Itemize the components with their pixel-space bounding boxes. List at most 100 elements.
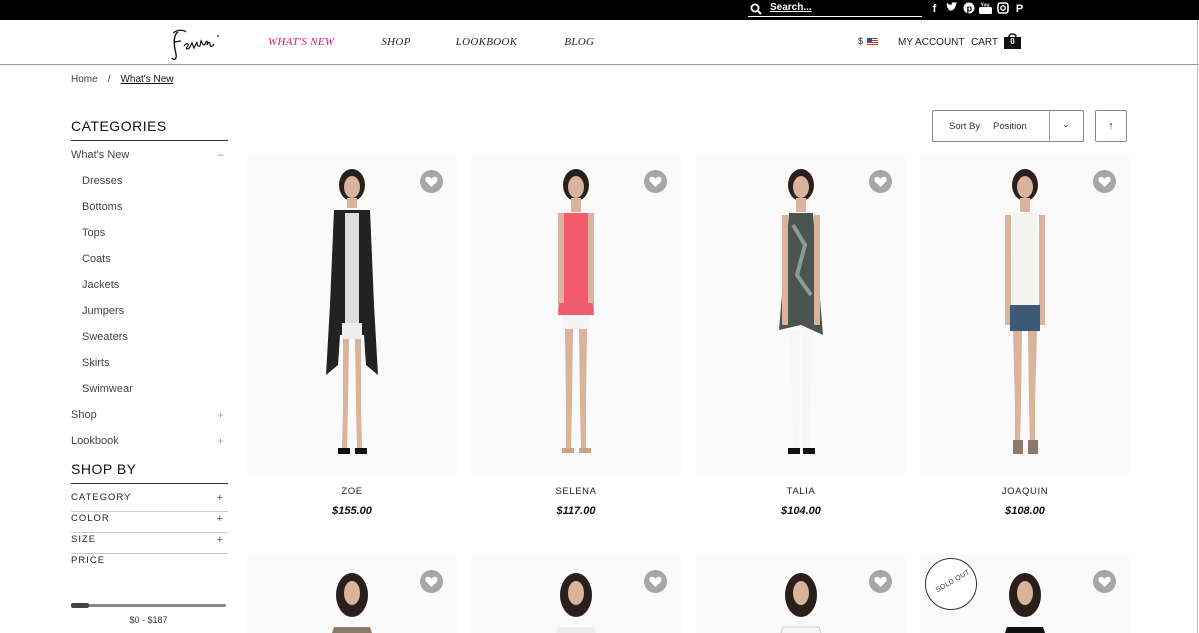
filter-category[interactable]: CATEGORY + <box>71 491 228 512</box>
category-item-bottoms[interactable]: Bottoms <box>71 199 228 225</box>
expand-icon[interactable]: + <box>217 512 224 526</box>
facebook-icon[interactable]: f <box>928 2 941 16</box>
search-icon[interactable] <box>750 3 762 15</box>
site-header: WHAT'S NEW SHOP LOOKBOOK BLOG $ MY ACCOU… <box>0 20 1199 65</box>
product-name[interactable]: ZOE <box>247 486 457 497</box>
filter-label: SIZE <box>71 534 97 545</box>
breadcrumb-home[interactable]: Home <box>71 74 98 85</box>
product-image[interactable] <box>471 555 681 633</box>
top-bar: Search... f p You P <box>0 0 1199 20</box>
polyvore-icon[interactable]: P <box>1013 2 1026 16</box>
search-bar[interactable]: Search... <box>748 1 922 17</box>
product-name[interactable]: TALIA <box>696 486 906 497</box>
nav-item-blog[interactable]: BLOG <box>564 36 594 48</box>
wishlist-heart-icon[interactable] <box>1093 170 1116 193</box>
cart-link[interactable]: CART <box>971 37 998 48</box>
filter-color[interactable]: COLOR + <box>71 512 228 533</box>
wishlist-heart-icon[interactable] <box>869 570 892 593</box>
product-image[interactable]: SOLD OUT <box>920 555 1130 633</box>
instagram-icon[interactable] <box>996 2 1009 16</box>
shop-by-title: SHOP BY <box>71 461 228 484</box>
model-figure <box>780 573 822 633</box>
currency-selector[interactable]: $ <box>858 36 879 46</box>
brand-logo[interactable] <box>170 24 230 62</box>
wishlist-heart-icon[interactable] <box>420 570 443 593</box>
filter-price: PRICE <box>71 554 228 575</box>
category-item-coats[interactable]: Coats <box>71 251 228 277</box>
product-name[interactable]: JOAQUIN <box>920 486 1130 497</box>
category-list: What's New − Dresses Bottoms Tops Coats J… <box>71 147 228 459</box>
page-scrollbar[interactable] <box>1197 20 1198 633</box>
model-figure <box>558 169 594 453</box>
my-account-link[interactable]: MY ACCOUNT <box>898 37 965 48</box>
price-slider[interactable] <box>71 603 226 608</box>
breadcrumb: Home / What's New <box>71 74 174 85</box>
us-flag-icon <box>867 37 879 45</box>
sort-direction-button[interactable]: ↑ <box>1095 110 1127 142</box>
model-figure <box>326 169 378 454</box>
product-image[interactable] <box>696 155 906 473</box>
wishlist-heart-icon[interactable] <box>420 170 443 193</box>
cart-count: 0 <box>1010 37 1015 46</box>
filter-list: CATEGORY + COLOR + SIZE + PRICE <box>71 491 228 575</box>
collapse-icon[interactable]: − <box>217 147 224 163</box>
youtube-icon[interactable]: You <box>979 2 992 16</box>
model-figure <box>779 169 823 454</box>
sort-dropdown[interactable]: Sort By Position ⌄ <box>932 110 1084 142</box>
category-item-whats-new[interactable]: What's New − <box>71 147 228 173</box>
product-price: $155.00 <box>332 505 372 517</box>
model-figure <box>1005 573 1045 633</box>
price-range-label: $0 - $187 <box>129 615 168 625</box>
product-image[interactable] <box>696 555 906 633</box>
product-image[interactable] <box>247 555 457 633</box>
filter-label: PRICE <box>71 555 106 566</box>
product-price: $117.00 <box>556 505 596 517</box>
model-figure <box>556 573 596 633</box>
category-label: Lookbook <box>71 435 119 447</box>
category-item-sweaters[interactable]: Sweaters <box>71 329 228 355</box>
product-image[interactable] <box>247 155 457 473</box>
category-item-skirts[interactable]: Skirts <box>71 355 228 381</box>
category-item-dresses[interactable]: Dresses <box>71 173 228 199</box>
category-item-shop[interactable]: Shop + <box>71 407 228 433</box>
wishlist-heart-icon[interactable] <box>644 570 667 593</box>
sold-out-badge: SOLD OUT <box>925 558 977 610</box>
wishlist-heart-icon[interactable] <box>644 170 667 193</box>
category-item-swimwear[interactable]: Swimwear <box>71 381 228 407</box>
price-slider-handle[interactable] <box>71 603 89 608</box>
filter-size[interactable]: SIZE + <box>71 533 228 554</box>
product-image[interactable] <box>471 155 681 473</box>
categories-title: CATEGORIES <box>71 118 228 141</box>
expand-icon[interactable]: + <box>217 491 224 505</box>
category-label: What's New <box>71 149 130 161</box>
breadcrumb-current[interactable]: What's New <box>120 74 173 85</box>
category-item-jumpers[interactable]: Jumpers <box>71 303 228 329</box>
expand-icon[interactable]: + <box>217 433 224 449</box>
pinterest-icon[interactable]: p <box>962 2 975 16</box>
nav-item-whats-new[interactable]: WHAT'S NEW <box>268 36 334 48</box>
product-price: $108.00 <box>1005 505 1045 517</box>
chevron-down-icon: ⌄ <box>1062 119 1070 129</box>
social-links: f p You P <box>928 2 1026 18</box>
sold-out-label: SOLD OUT <box>934 568 972 595</box>
expand-icon[interactable]: + <box>217 407 224 423</box>
sort-label: Sort By <box>949 121 981 132</box>
wishlist-heart-icon[interactable] <box>1093 570 1116 593</box>
nav-item-lookbook[interactable]: LOOKBOOK <box>456 36 518 48</box>
nav-item-shop[interactable]: SHOP <box>381 36 410 48</box>
model-figure <box>332 573 372 633</box>
twitter-icon[interactable] <box>945 2 958 16</box>
category-item-lookbook[interactable]: Lookbook + <box>71 433 228 459</box>
svg-text:p: p <box>966 4 972 14</box>
wishlist-heart-icon[interactable] <box>869 170 892 193</box>
category-item-jackets[interactable]: Jackets <box>71 277 228 303</box>
search-input[interactable]: Search... <box>770 2 812 13</box>
model-figure <box>1005 169 1045 454</box>
product-name[interactable]: SELENA <box>471 486 681 497</box>
sort-divider <box>1049 111 1050 141</box>
sort-value: Position <box>993 121 1027 132</box>
category-item-tops[interactable]: Tops <box>71 225 228 251</box>
expand-icon[interactable]: + <box>217 533 224 547</box>
product-image[interactable] <box>920 155 1130 473</box>
svg-text:You: You <box>981 3 990 9</box>
